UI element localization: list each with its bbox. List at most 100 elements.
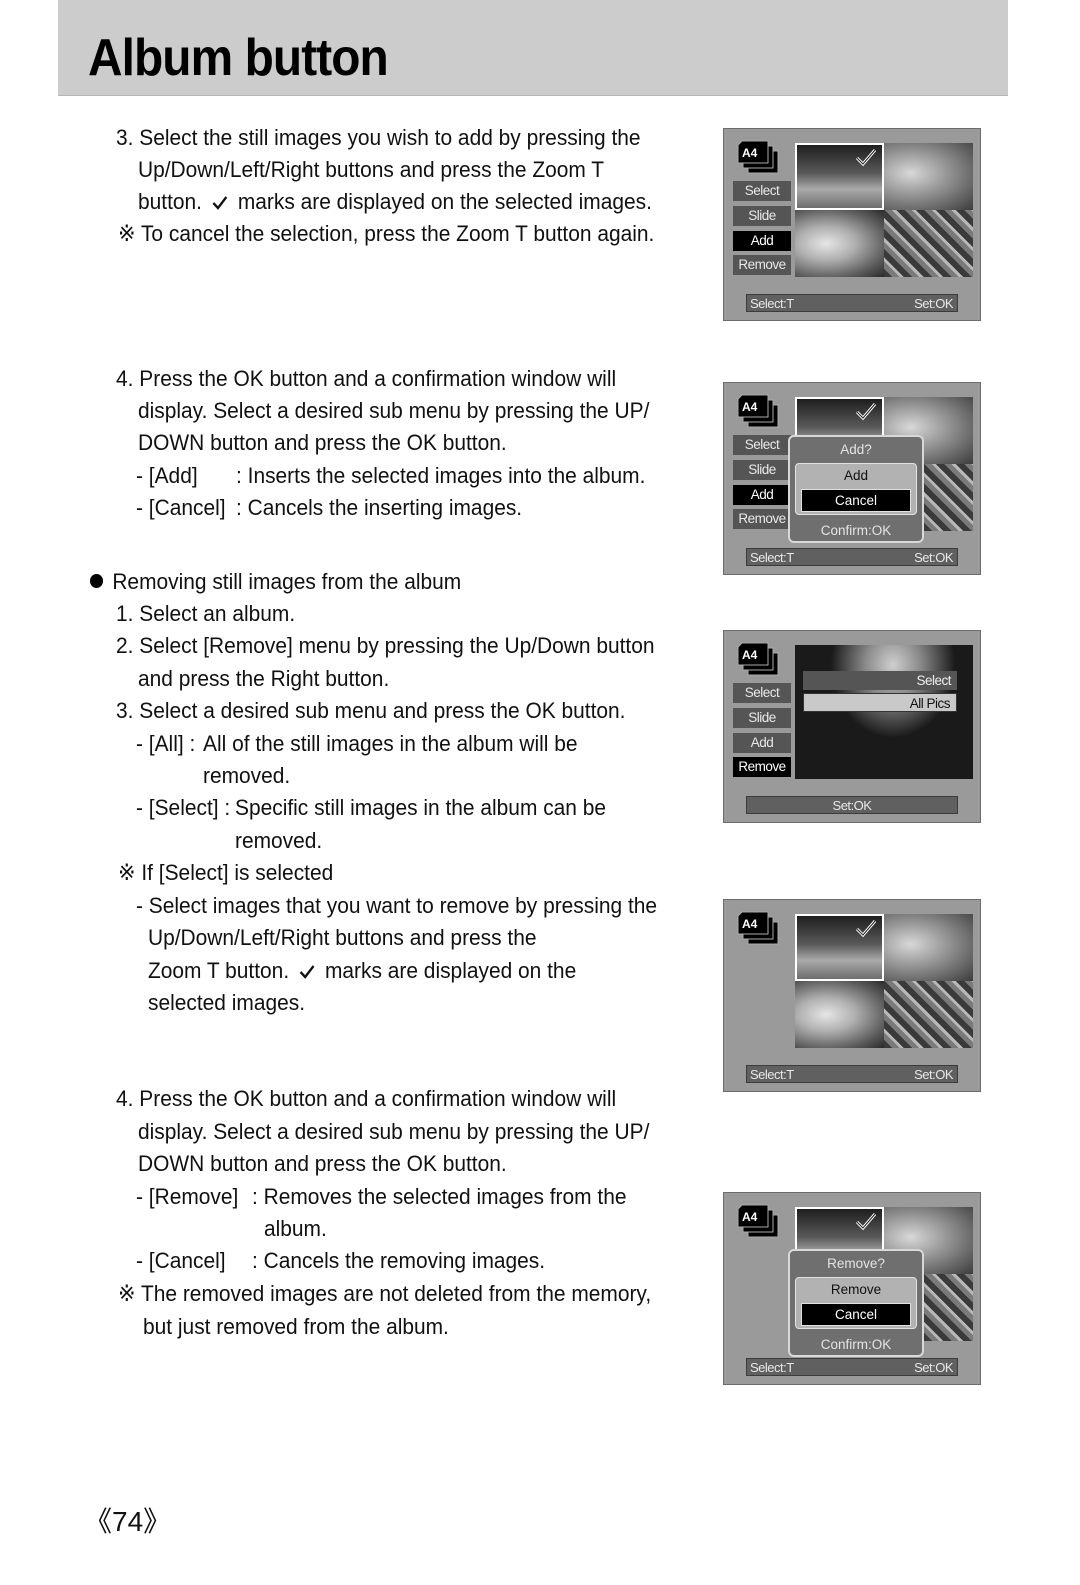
status-set-hint: Set:OK: [914, 550, 953, 565]
remove-step1: 1. Select an album.: [116, 601, 296, 626]
thumbnail[interactable]: [884, 210, 973, 277]
dialog-option-cancel[interactable]: Cancel: [801, 1303, 911, 1326]
thumbnail-grid: [795, 143, 973, 277]
menu-item-select[interactable]: Select: [733, 435, 791, 455]
select-option-key: - [Select] :: [136, 795, 231, 820]
thumbnail[interactable]: [884, 914, 973, 981]
thumbnail[interactable]: [795, 210, 884, 277]
album-menu: Select Slide Add Remove: [733, 181, 791, 280]
checkmark-icon: [855, 403, 877, 421]
status-bar: Select:T Set:OK: [746, 294, 958, 312]
menu-item-remove[interactable]: Remove: [733, 509, 791, 530]
checkmark-icon: [855, 149, 877, 167]
status-bar: Select:T Set:OK: [746, 548, 958, 566]
step3-line3b: marks are displayed on the selected imag…: [237, 189, 652, 214]
menu-item-add[interactable]: Add: [733, 230, 791, 251]
svg-text:A4: A4: [742, 917, 758, 931]
menu-item-slide[interactable]: Slide: [733, 459, 791, 480]
remove-step2-line1: 2. Select [Remove] menu by pressing the …: [116, 633, 655, 658]
status-set-hint: Set:OK: [914, 296, 953, 311]
add-confirm-dialog: Add? Add Cancel Confirm:OK: [788, 435, 924, 543]
svg-text:A4: A4: [742, 146, 758, 160]
status-bar: Select:T Set:OK: [746, 1065, 958, 1083]
thumbnail[interactable]: [884, 981, 973, 1048]
step3-line3: button. marks are displayed on the selec…: [138, 186, 652, 218]
step4-remove-line2: display. Select a desired sub menu by pr…: [138, 1119, 650, 1144]
bullet-icon: [90, 574, 104, 588]
select-option-cont: removed.: [235, 828, 323, 853]
if-select-line3: Zoom T button. marks are displayed on th…: [148, 955, 576, 987]
dialog-option-cancel[interactable]: Cancel: [801, 489, 911, 512]
cancel-option-desc: : Cancels the inserting images.: [236, 495, 523, 520]
submenu-item-select[interactable]: Select: [803, 671, 957, 690]
add-option-desc: : Inserts the selected images into the a…: [236, 463, 646, 488]
remove-heading: Removing still images from the album: [90, 566, 461, 598]
menu-item-add[interactable]: Add: [733, 484, 791, 505]
all-option-cont: removed.: [203, 763, 291, 788]
step3-note: ※ To cancel the selection, press the Zoo…: [118, 221, 655, 246]
checkmark-icon: [855, 1213, 877, 1231]
thumbnail[interactable]: [884, 143, 973, 210]
cancel-option-key: - [Cancel]: [136, 495, 226, 520]
if-select-note: ※ If [Select] is selected: [118, 860, 334, 885]
if-select-line3a: Zoom T button.: [148, 958, 290, 983]
status-select-hint: Select:T: [750, 296, 794, 311]
thumbnail-selected[interactable]: [795, 143, 884, 210]
status-select-hint: Select:T: [750, 1067, 794, 1082]
step3-line1: 3. Select the still images you wish to a…: [116, 125, 641, 150]
menu-item-remove[interactable]: Remove: [733, 255, 791, 276]
select-option-desc: Specific still images in the album can b…: [235, 795, 607, 820]
dialog-option-remove[interactable]: Remove: [796, 1280, 916, 1300]
camera-screen-remove-confirm: A4 Remove? Remove Cancel Confirm:OK Sele…: [723, 1192, 981, 1385]
dialog-confirm-hint: Confirm:OK: [820, 523, 892, 538]
thumbnail-grid: [795, 914, 973, 1048]
menu-item-add[interactable]: Add: [733, 732, 791, 753]
step4-remove-line1: 4. Press the OK button and a confirmatio…: [116, 1086, 617, 1111]
status-set-hint: Set:OK: [914, 1360, 953, 1375]
album-icon: A4: [737, 1204, 779, 1238]
camera-screen-select-images: A4 Select Slide Add Remove Select:T Set:…: [723, 128, 981, 321]
menu-item-select[interactable]: Select: [733, 683, 791, 703]
remove-note-line1: ※ The removed images are not deleted fro…: [118, 1281, 652, 1306]
menu-item-select[interactable]: Select: [733, 181, 791, 201]
checkmark-icon: [855, 920, 877, 938]
album-icon: A4: [737, 911, 779, 945]
status-bar: Set:OK: [746, 796, 958, 814]
dialog-option-add[interactable]: Add: [796, 466, 916, 486]
album-icon: A4: [737, 642, 779, 676]
remove-heading-text: Removing still images from the album: [112, 569, 462, 594]
status-select-hint: Select:T: [750, 550, 794, 565]
status-set-hint: Set:OK: [832, 798, 872, 813]
checkmark-icon: [299, 965, 315, 979]
submenu-item-all-pics[interactable]: All Pics: [803, 693, 957, 712]
camera-screen-add-confirm: A4 Select Slide Add Remove Add? Add Canc…: [723, 382, 981, 575]
if-select-line1: - Select images that you want to remove …: [136, 893, 658, 918]
camera-screen-remove-submenu: A4 Select Slide Add Remove Select All Pi…: [723, 630, 981, 823]
dialog-question: Remove?: [827, 1256, 885, 1271]
remove-submenu: Select All Pics: [803, 671, 957, 712]
menu-item-remove[interactable]: Remove: [733, 757, 791, 778]
status-bar: Select:T Set:OK: [746, 1358, 958, 1376]
menu-item-slide[interactable]: Slide: [733, 707, 791, 728]
camera-screen-select-remove-images: A4 Select:T Set:OK: [723, 899, 981, 1092]
svg-text:A4: A4: [742, 400, 758, 414]
all-option-key: - [All] :: [136, 731, 196, 756]
checkmark-icon: [212, 196, 228, 210]
thumbnail[interactable]: [795, 981, 884, 1048]
svg-text:A4: A4: [742, 648, 758, 662]
step4-add-line1: 4. Press the OK button and a confirmatio…: [116, 366, 617, 391]
menu-item-slide[interactable]: Slide: [733, 205, 791, 226]
album-icon: A4: [737, 394, 779, 428]
thumbnail-selected[interactable]: [795, 914, 884, 981]
step4-add-line3: DOWN button and press the OK button.: [138, 430, 507, 455]
remove-confirm-dialog: Remove? Remove Cancel Confirm:OK: [788, 1249, 924, 1357]
status-set-hint: Set:OK: [914, 1067, 953, 1082]
remove-option-cont: album.: [264, 1216, 327, 1241]
cancel-remove-key: - [Cancel]: [136, 1248, 226, 1273]
remove-step2-line2: and press the Right button.: [138, 666, 390, 691]
if-select-line2: Up/Down/Left/Right buttons and press the: [148, 925, 537, 950]
step3-line3a: button.: [138, 189, 202, 214]
remove-option-desc: : Removes the selected images from the: [252, 1184, 627, 1209]
page-number: 《74》: [84, 1506, 172, 1537]
album-icon: A4: [737, 140, 779, 174]
